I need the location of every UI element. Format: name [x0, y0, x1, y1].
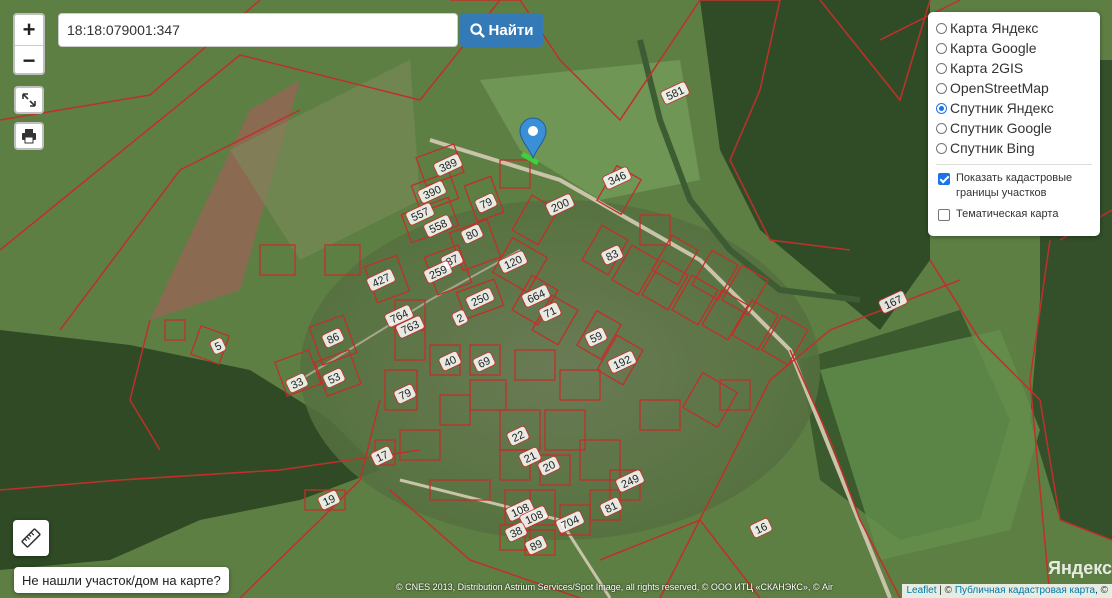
- cadastral-map-link[interactable]: Публичная кадастровая карта: [955, 585, 1095, 596]
- leaflet-attribution: Leaflet | © Публичная кадастровая карта,…: [902, 584, 1112, 598]
- radio-button[interactable]: [936, 82, 947, 94]
- not-found-button[interactable]: Не нашли участок/дом на карте?: [14, 567, 229, 593]
- cadastral-search-input[interactable]: [58, 13, 458, 47]
- base-layer-label: Карта Яндекс: [950, 20, 1039, 36]
- search-button[interactable]: Найти: [460, 13, 543, 47]
- base-layer-option[interactable]: Карта Яндекс: [936, 18, 1092, 38]
- attr-separator: | ©: [936, 585, 955, 596]
- base-layer-option[interactable]: Спутник Google: [936, 118, 1092, 138]
- base-layer-option[interactable]: Карта 2GIS: [936, 58, 1092, 78]
- base-layer-label: Карта Google: [950, 40, 1037, 56]
- yandex-logo: Яндекс: [1048, 558, 1112, 578]
- search-icon: [469, 22, 485, 38]
- attr-suffix: , ©: [1095, 585, 1108, 596]
- fullscreen-button[interactable]: [14, 86, 44, 114]
- measure-ruler-button[interactable]: [13, 520, 49, 556]
- base-layer-option[interactable]: OpenStreetMap: [936, 78, 1092, 98]
- checkbox[interactable]: [938, 209, 950, 221]
- zoom-in-icon[interactable]: +: [15, 15, 43, 45]
- layer-switcher: Карта Яндекс Карта Google Карта 2GIS OpenSt…: [928, 12, 1100, 236]
- base-layer-label: OpenStreetMap: [950, 80, 1049, 96]
- radio-button[interactable]: [936, 22, 947, 34]
- base-layer-option[interactable]: Спутник Яндекс: [936, 98, 1092, 118]
- radio-button[interactable]: [936, 142, 947, 154]
- overlay-option[interactable]: Показать кадастровые границы участков: [936, 171, 1092, 201]
- zoom-out-icon[interactable]: −: [15, 45, 43, 76]
- imagery-attribution: © CNES 2013, Distribution Astrium Servic…: [396, 582, 834, 592]
- zoom-control: + −: [13, 13, 45, 75]
- ruler-icon: [21, 528, 41, 548]
- base-layer-label: Спутник Bing: [950, 140, 1035, 156]
- print-icon: [22, 129, 36, 144]
- radio-button[interactable]: [936, 42, 947, 54]
- base-layer-label: Карта 2GIS: [950, 60, 1024, 76]
- print-button[interactable]: [14, 122, 44, 150]
- checkbox[interactable]: [938, 173, 950, 185]
- radio-button[interactable]: [936, 122, 947, 134]
- radio-button[interactable]: [936, 62, 947, 74]
- base-layer-label: Спутник Google: [950, 120, 1052, 136]
- overlay-label: Тематическая карта: [956, 208, 1059, 220]
- layer-divider: [936, 164, 1092, 165]
- radio-button[interactable]: [936, 102, 947, 114]
- base-layer-label: Спутник Яндекс: [950, 100, 1054, 116]
- base-layer-option[interactable]: Карта Google: [936, 38, 1092, 58]
- fullscreen-icon: [22, 93, 36, 107]
- overlay-label: Показать кадастровые границы участков: [956, 172, 1073, 199]
- overlay-option[interactable]: Тематическая карта: [936, 207, 1092, 222]
- base-layer-option[interactable]: Спутник Bing: [936, 138, 1092, 158]
- leaflet-link[interactable]: Leaflet: [906, 585, 936, 596]
- search-button-label: Найти: [488, 21, 534, 39]
